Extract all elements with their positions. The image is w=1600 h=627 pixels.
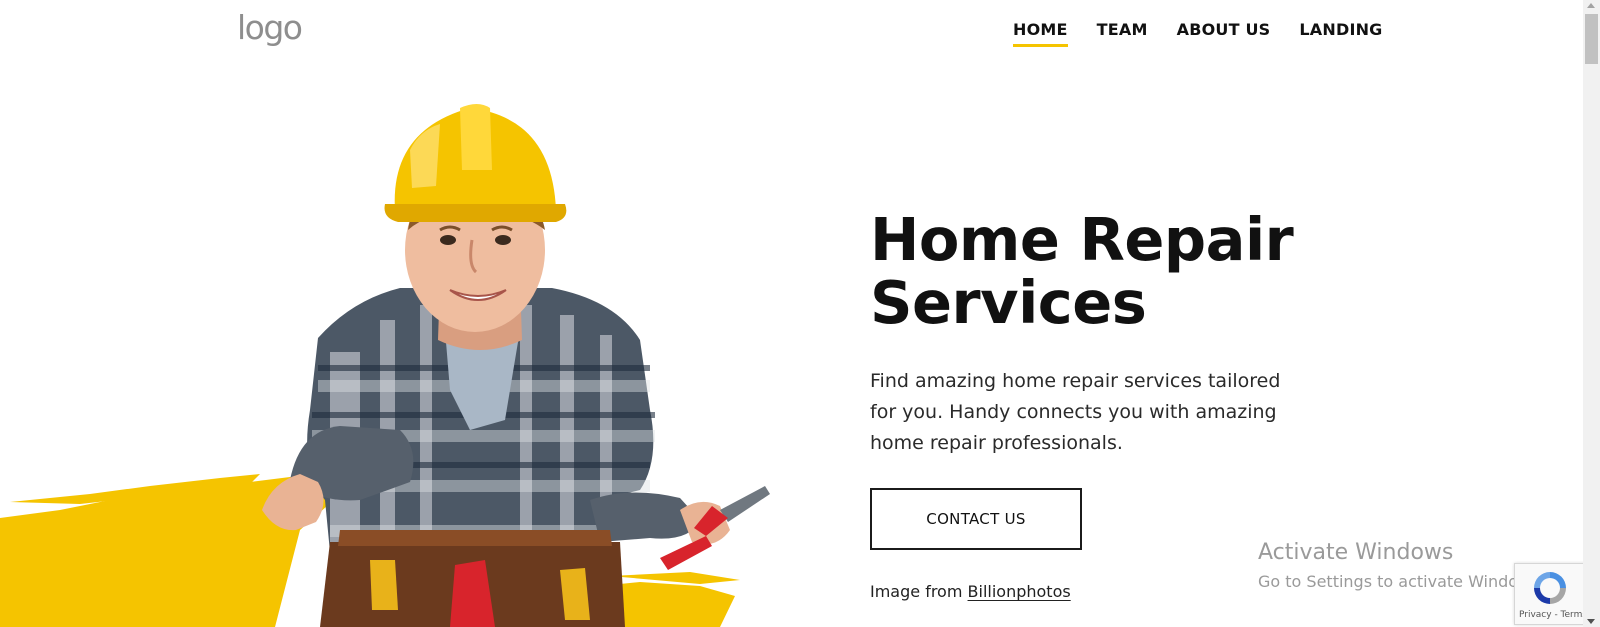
site-logo[interactable]: logo [237,8,303,47]
image-credit-prefix: Image from [870,582,963,601]
recaptcha-icon [1534,572,1566,604]
image-credit: Image from Billionphotos [870,582,1071,601]
hero-description: Find amazing home repair services tailor… [870,370,1281,454]
scroll-down-icon[interactable] [1587,619,1595,624]
recaptcha-badge[interactable]: Privacy - Terms [1514,563,1587,625]
hero-illustration-handyman [0,104,770,627]
hero-title-line-2: Services [870,268,1147,337]
page-scrollbar[interactable] [1583,0,1600,627]
nav-landing[interactable]: LANDING [1299,20,1382,47]
scroll-thumb[interactable] [1585,14,1598,64]
main-nav: HOME TEAM ABOUT US LANDING [1013,20,1383,47]
nav-about-us[interactable]: ABOUT US [1177,20,1271,47]
recaptcha-terms[interactable]: Privacy - Terms [1519,610,1587,620]
watermark-subtitle: Go to Settings to activate Windows. [1258,572,1545,591]
contact-us-button[interactable]: CONTACT US [870,488,1082,550]
hard-hat [384,104,567,222]
windows-activation-watermark: Activate Windows Go to Settings to activ… [1258,540,1545,591]
nav-team[interactable]: TEAM [1097,20,1148,47]
scroll-up-icon[interactable] [1587,3,1595,8]
tool-belt [320,530,625,627]
billionphotos-link[interactable]: Billionphotos [968,582,1071,601]
hero-title-line-1: Home Repair [870,205,1294,274]
hero-title: Home Repair Services [870,205,1294,337]
nav-home[interactable]: HOME [1013,20,1068,47]
watermark-title: Activate Windows [1258,540,1454,565]
